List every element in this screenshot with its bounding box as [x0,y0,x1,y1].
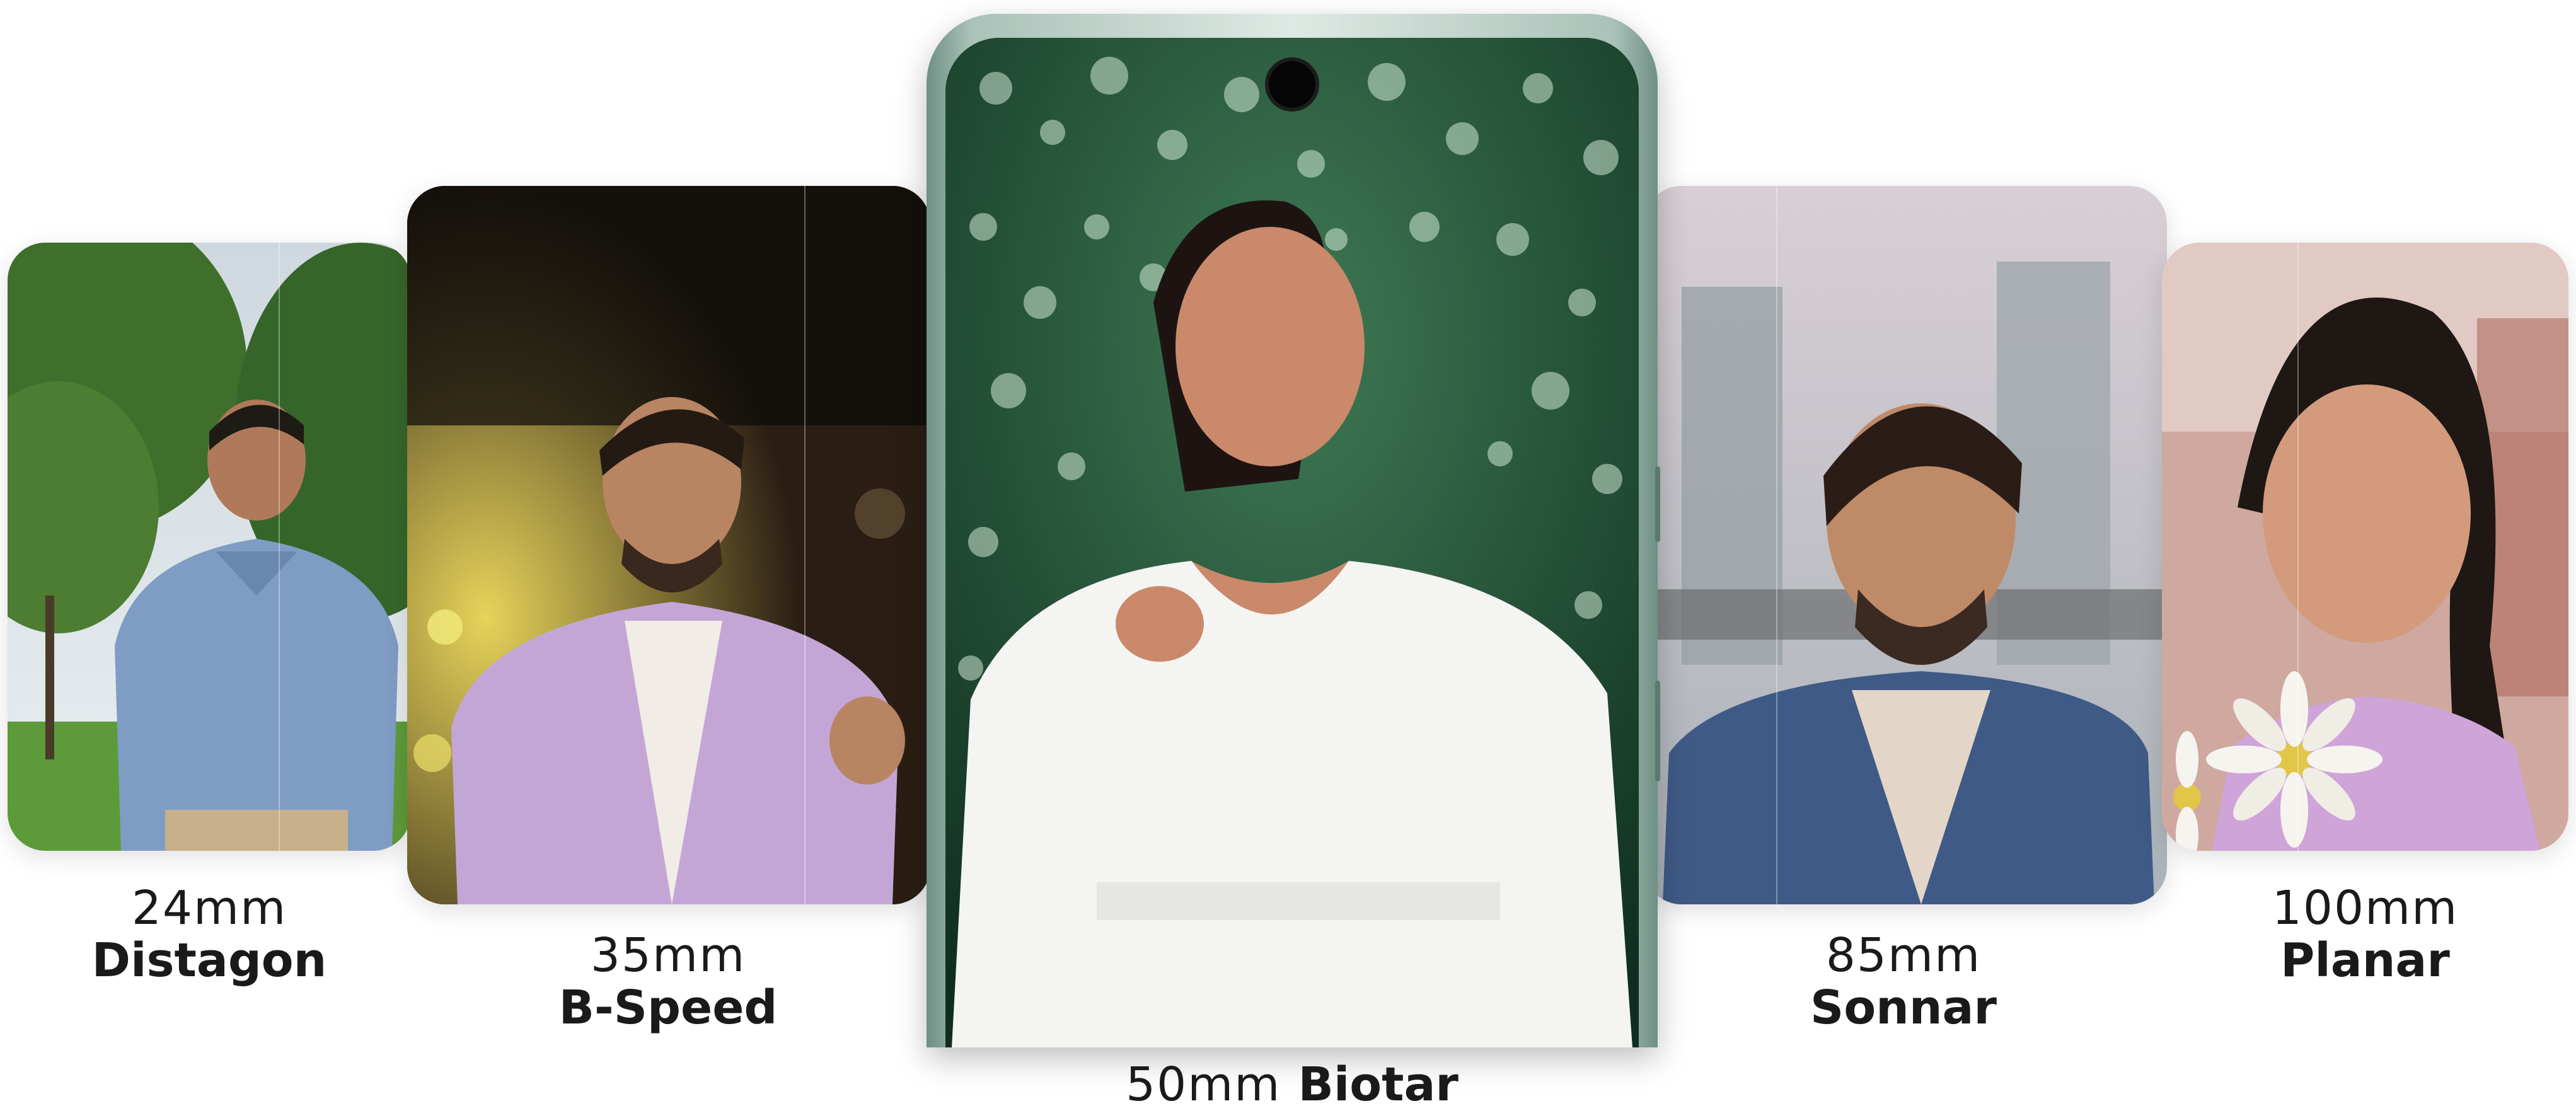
focal-length: 85mm [1825,928,1982,983]
focal-length: 100mm [2272,881,2459,935]
portrait-photo-sonnar [1644,186,2167,904]
portrait-photo-biotar [945,38,1639,1047]
lens-name: Planar [2280,933,2450,988]
lens-caption-distagon: 24mm Distagon [8,882,411,987]
photo-card-planar [2162,243,2568,851]
lens-caption-biotar: 50mm Biotar [927,1059,1658,1111]
phone-side-button [1655,466,1660,542]
lens-name: Distagon [91,933,327,988]
portrait-photo-bspeed [407,186,930,904]
lens-name: Sonnar [1810,980,1997,1035]
lens-name: B-Speed [558,980,778,1035]
focal-length: 24mm [131,881,287,935]
focal-length: 35mm [590,928,746,983]
focal-length: 50mm [1126,1057,1281,1112]
lens-caption-bspeed: 35mm B-Speed [454,930,882,1034]
photo-card-bspeed [407,186,930,904]
phone-screen [945,38,1639,1047]
photo-card-sonnar [1644,186,2167,904]
portrait-photo-distagon [8,243,411,851]
photo-card-distagon [8,243,411,851]
lens-name: Biotar [1298,1057,1458,1112]
front-camera-icon [1269,61,1315,108]
lens-caption-planar: 100mm Planar [2162,882,2568,987]
portrait-photo-planar [2162,243,2568,851]
lens-caption-sonnar: 85mm Sonnar [1689,930,2118,1034]
phone-side-button [1655,681,1660,781]
